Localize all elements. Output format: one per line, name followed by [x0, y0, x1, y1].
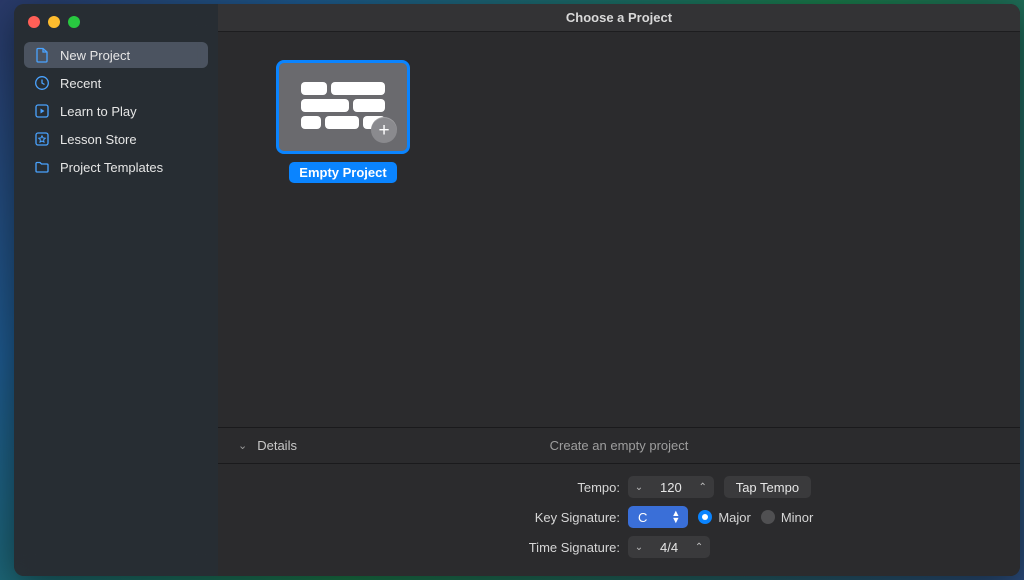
select-arrows-icon: ▲▼	[671, 510, 684, 524]
sidebar-item-label: Learn to Play	[60, 104, 137, 119]
minimize-window-icon[interactable]	[48, 16, 60, 28]
tap-tempo-label: Tap Tempo	[736, 480, 799, 495]
key-signature-value: C	[638, 510, 647, 525]
radio-off-icon	[761, 510, 775, 524]
template-tile-empty-project[interactable]: + Empty Project	[276, 60, 410, 183]
tempo-value[interactable]: 120	[650, 480, 692, 495]
template-tile-label: Empty Project	[289, 162, 396, 183]
details-section: ⌄ Details Create an empty project Tempo:…	[218, 427, 1020, 576]
zoom-window-icon[interactable]	[68, 16, 80, 28]
key-signature-label: Key Signature:	[218, 510, 628, 525]
time-signature-row: Time Signature: ⌄ 4/4 ⌃	[218, 532, 1020, 562]
tap-tempo-button[interactable]: Tap Tempo	[724, 476, 811, 498]
close-window-icon[interactable]	[28, 16, 40, 28]
major-radio[interactable]: Major	[698, 510, 751, 525]
sidebar-item-label: New Project	[60, 48, 130, 63]
stepper-up-icon[interactable]: ⌃	[692, 482, 714, 493]
minor-label: Minor	[781, 510, 814, 525]
sidebar-item-recent[interactable]: Recent	[24, 70, 208, 96]
stepper-down-icon[interactable]: ⌄	[628, 482, 650, 493]
details-header-row[interactable]: ⌄ Details Create an empty project	[218, 428, 1020, 463]
tempo-stepper[interactable]: ⌄ 120 ⌃	[628, 476, 714, 498]
sidebar: New Project Recent Learn to Play Lesson …	[14, 4, 218, 576]
folder-icon	[34, 159, 50, 175]
project-chooser-window: New Project Recent Learn to Play Lesson …	[14, 4, 1020, 576]
details-description: Create an empty project	[550, 438, 689, 453]
stepper-up-icon[interactable]: ⌃	[688, 542, 710, 553]
key-signature-row: Key Signature: C ▲▼ Major Minor	[218, 502, 1020, 532]
clock-icon	[34, 75, 50, 91]
play-square-icon	[34, 103, 50, 119]
chevron-down-icon: ⌄	[238, 439, 247, 452]
window-title: Choose a Project	[218, 4, 1020, 32]
time-signature-label: Time Signature:	[218, 540, 628, 555]
sidebar-item-learn-to-play[interactable]: Learn to Play	[24, 98, 208, 124]
sidebar-item-lesson-store[interactable]: Lesson Store	[24, 126, 208, 152]
radio-on-icon	[698, 510, 712, 524]
sidebar-item-label: Lesson Store	[60, 132, 137, 147]
tempo-row: Tempo: ⌄ 120 ⌃ Tap Tempo	[218, 472, 1020, 502]
template-thumbnail: +	[276, 60, 410, 154]
time-signature-value[interactable]: 4/4	[650, 540, 688, 555]
details-header-label: Details	[257, 438, 297, 453]
major-label: Major	[718, 510, 751, 525]
minor-radio[interactable]: Minor	[761, 510, 814, 525]
sidebar-item-new-project[interactable]: New Project	[24, 42, 208, 68]
sidebar-nav: New Project Recent Learn to Play Lesson …	[14, 42, 218, 180]
key-signature-select[interactable]: C ▲▼	[628, 506, 688, 528]
stepper-down-icon[interactable]: ⌄	[628, 542, 650, 553]
sidebar-item-label: Project Templates	[60, 160, 163, 175]
star-square-icon	[34, 131, 50, 147]
sidebar-item-label: Recent	[60, 76, 101, 91]
time-signature-stepper[interactable]: ⌄ 4/4 ⌃	[628, 536, 710, 558]
document-plus-icon	[34, 47, 50, 63]
sidebar-item-project-templates[interactable]: Project Templates	[24, 154, 208, 180]
main-panel: Choose a Project + Empty Project ⌄	[218, 4, 1020, 576]
details-form: Tempo: ⌄ 120 ⌃ Tap Tempo Key Signature:	[218, 463, 1020, 576]
plus-icon: +	[371, 117, 397, 143]
window-controls	[14, 12, 218, 42]
tempo-label: Tempo:	[218, 480, 628, 495]
template-gallery: + Empty Project	[218, 32, 1020, 427]
